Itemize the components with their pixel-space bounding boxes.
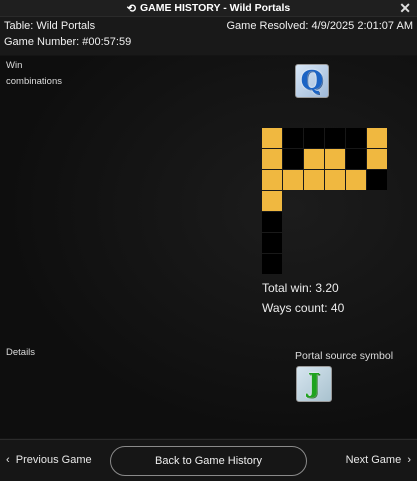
grid-cell-win — [325, 170, 345, 190]
grid-cell — [325, 254, 345, 274]
grid-cell — [262, 212, 282, 232]
grid-cell — [346, 254, 366, 274]
back-to-history-button[interactable]: Back to Game History — [110, 446, 307, 476]
portal-symbol-j: J — [296, 366, 332, 402]
grid-cell — [325, 191, 345, 211]
grid-cell-win — [346, 170, 366, 190]
grid-cell — [304, 233, 324, 253]
grid-cell — [262, 233, 282, 253]
grid-cell — [367, 233, 387, 253]
grid-cell-win — [262, 149, 282, 169]
grid-cell — [283, 233, 303, 253]
grid-cell — [367, 212, 387, 232]
grid-cell-win — [367, 128, 387, 148]
details-label: Details — [6, 347, 36, 358]
combinations-label: combinations — [6, 76, 62, 87]
chevron-left-icon: ‹ — [6, 454, 10, 466]
close-icon[interactable]: ✕ — [399, 0, 411, 16]
win-symbol-q: Q — [295, 64, 329, 98]
win-label: Win — [6, 60, 23, 71]
grid-cell — [283, 254, 303, 274]
grid-cell — [367, 170, 387, 190]
grid-cell-win — [325, 149, 345, 169]
grid-cell — [283, 191, 303, 211]
grid-cell-win — [304, 170, 324, 190]
grid-cell — [346, 149, 366, 169]
bottom-nav: ‹ Previous Game Back to Game History Nex… — [0, 439, 417, 481]
portal-source-label: Portal source symbol — [295, 350, 394, 362]
grid-cell-win — [304, 149, 324, 169]
game-info-bar: Table: Wild Portals Game Number: #00:57:… — [0, 17, 417, 55]
table-name: Table: Wild Portals — [4, 20, 96, 32]
grid-cell — [283, 149, 303, 169]
grid-cell — [304, 128, 324, 148]
grid-cell-win — [283, 170, 303, 190]
title-bar: ⟲ GAME HISTORY - Wild Portals ✕ — [0, 0, 417, 17]
ways-count: Ways count: 40 — [262, 301, 345, 315]
grid-cell — [346, 233, 366, 253]
grid-cell-win — [262, 128, 282, 148]
grid-cell-win — [262, 191, 282, 211]
history-icon: ⟲ — [126, 2, 136, 15]
grid-cell — [304, 212, 324, 232]
grid-cell — [283, 128, 303, 148]
grid-cell — [346, 191, 366, 211]
total-win: Total win: 3.20 — [262, 281, 339, 295]
game-resolved: Game Resolved: 4/9/2025 2:01:07 AM — [226, 20, 413, 32]
previous-game-button[interactable]: ‹ Previous Game — [6, 454, 92, 466]
grid-cell — [325, 233, 345, 253]
grid-cell — [346, 128, 366, 148]
grid-cell — [304, 191, 324, 211]
grid-cell — [262, 254, 282, 274]
grid-cell — [367, 254, 387, 274]
grid-cell-win — [262, 170, 282, 190]
ways-grid — [262, 128, 387, 274]
previous-game-label: Previous Game — [15, 454, 92, 466]
next-game-label: Next Game — [345, 454, 402, 466]
chevron-right-icon: › — [407, 454, 411, 466]
grid-cell — [325, 128, 345, 148]
window-title: GAME HISTORY - Wild Portals — [139, 2, 291, 14]
grid-cell — [325, 212, 345, 232]
portal-symbol-letter: J — [307, 369, 321, 399]
grid-cell — [304, 254, 324, 274]
next-game-button[interactable]: Next Game › — [346, 454, 411, 466]
grid-cell — [346, 212, 366, 232]
grid-cell-win — [367, 149, 387, 169]
game-number: Game Number: #00:57:59 — [4, 36, 132, 48]
grid-cell — [367, 191, 387, 211]
back-to-history-label: Back to Game History — [155, 455, 262, 467]
grid-cell — [283, 212, 303, 232]
win-symbol-letter: Q — [300, 66, 324, 96]
